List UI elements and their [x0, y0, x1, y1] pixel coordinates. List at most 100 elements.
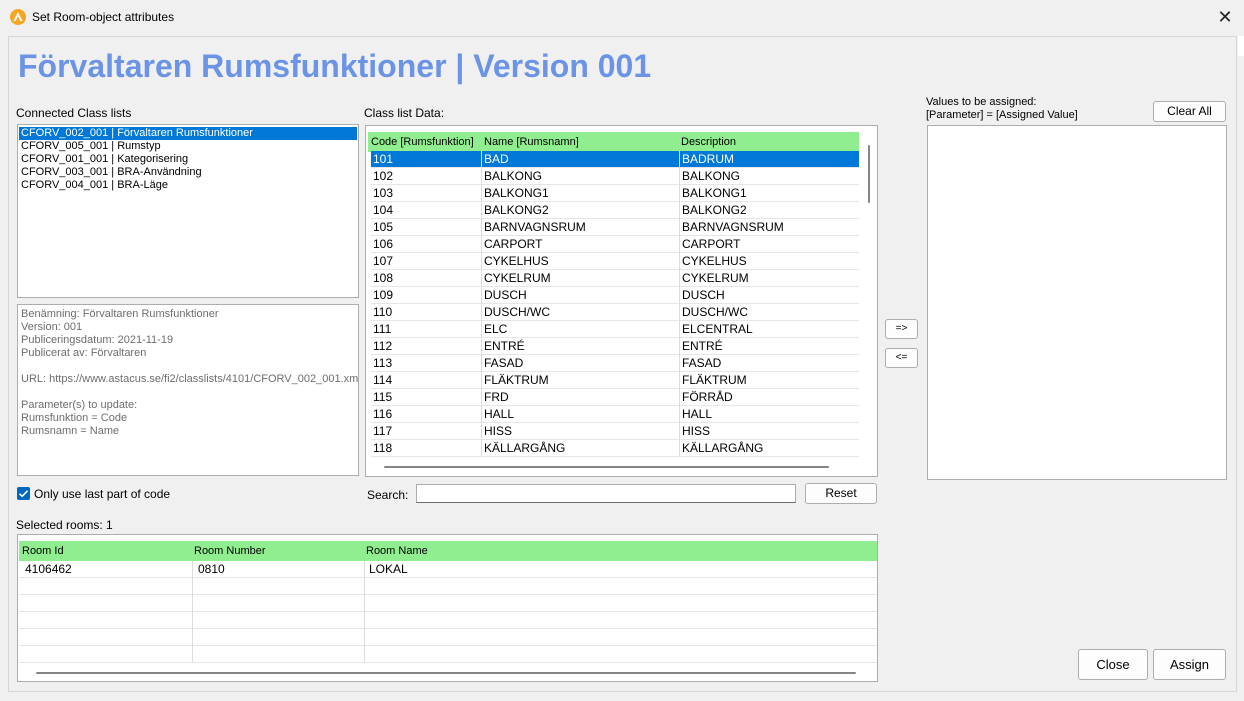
connected-class-lists[interactable]: CFORV_002_001 | Förvaltaren Rumsfunktion…: [17, 124, 359, 298]
class-list-item[interactable]: CFORV_002_001 | Förvaltaren Rumsfunktion…: [19, 127, 357, 140]
column-divider: [481, 168, 482, 185]
selected-rooms-grid[interactable]: Room Id Room Number Room Name 4106462 081…: [17, 534, 878, 682]
remove-value-button[interactable]: <=: [885, 348, 918, 368]
class-list-row[interactable]: 101 BAD BADRUM: [371, 151, 859, 168]
code-cell: 118: [373, 441, 393, 455]
values-to-assign-list[interactable]: [927, 125, 1227, 480]
column-divider: [679, 270, 680, 287]
add-value-button[interactable]: =>: [885, 319, 918, 339]
search-input[interactable]: [416, 484, 796, 503]
class-list-item[interactable]: CFORV_005_001 | Rumstyp: [19, 140, 357, 153]
column-header-room-number[interactable]: Room Number: [194, 541, 266, 561]
column-divider: [481, 304, 482, 321]
class-list-row[interactable]: 116 HALL HALL: [371, 406, 859, 423]
class-list-item[interactable]: CFORV_003_001 | BRA-Användning: [19, 166, 357, 179]
selected-rooms-label: Selected rooms: 1: [16, 518, 113, 532]
class-list-horizontal-scrollbar[interactable]: [384, 466, 829, 468]
code-cell: 102: [373, 169, 394, 183]
code-cell: 113: [373, 356, 393, 370]
description-cell: DUSCH/WC: [682, 305, 748, 319]
description-cell: BARNVAGNSRUM: [682, 220, 784, 234]
class-list-data-label: Class list Data:: [364, 106, 445, 120]
column-divider: [364, 578, 365, 595]
name-cell: HALL: [484, 407, 515, 421]
room-number-cell: 0810: [198, 562, 225, 576]
class-list-item[interactable]: CFORV_004_001 | BRA-Läge: [19, 179, 357, 192]
description-cell: CYKELHUS: [682, 254, 747, 268]
column-divider: [192, 629, 193, 646]
close-window-icon[interactable]: ✕: [1210, 2, 1240, 32]
room-name-cell: LOKAL: [369, 562, 408, 576]
class-list-row[interactable]: 113 FASAD FASAD: [371, 355, 859, 372]
column-header-room-id[interactable]: Room Id: [22, 541, 64, 561]
class-list-row[interactable]: 105 BARNVAGNSRUM BARNVAGNSRUM: [371, 219, 859, 236]
class-list-row[interactable]: 118 KÄLLARGÅNG KÄLLARGÅNG: [371, 440, 859, 457]
column-header-room-name[interactable]: Room Name: [366, 541, 428, 561]
column-divider: [481, 287, 482, 304]
reset-button[interactable]: Reset: [805, 483, 877, 504]
close-button[interactable]: Close: [1078, 649, 1148, 680]
class-list-row[interactable]: 111 ELC ELCENTRAL: [371, 321, 859, 338]
column-header-name[interactable]: Name [Rumsnamn]: [484, 132, 579, 152]
description-cell: CYKELRUM: [682, 271, 749, 285]
table-row[interactable]: [19, 578, 877, 595]
class-list-row[interactable]: 106 CARPORT CARPORT: [371, 236, 859, 253]
column-header-code[interactable]: Code [Rumsfunktion]: [371, 132, 474, 152]
last-part-checkbox[interactable]: [17, 487, 30, 500]
info-line: Publiceringsdatum: 2021-11-19: [21, 334, 174, 346]
class-list-row[interactable]: 114 FLÄKTRUM FLÄKTRUM: [371, 372, 859, 389]
code-cell: 106: [373, 237, 394, 251]
code-cell: 115: [373, 390, 393, 404]
checkmark-icon: [18, 490, 29, 498]
class-list-grid[interactable]: Code [Rumsfunktion] Name [Rumsnamn] Desc…: [365, 125, 878, 477]
class-list-row[interactable]: 107 CYKELHUS CYKELHUS: [371, 253, 859, 270]
name-cell: FLÄKTRUM: [484, 373, 549, 387]
table-row[interactable]: [19, 612, 877, 629]
column-divider: [481, 219, 482, 236]
class-list-row[interactable]: 115 FRD FÖRRÅD: [371, 389, 859, 406]
class-list-item[interactable]: CFORV_001_001 | Kategorisering: [19, 153, 357, 166]
code-cell: 105: [373, 220, 394, 234]
description-cell: KÄLLARGÅNG: [682, 441, 764, 455]
assign-button[interactable]: Assign: [1153, 649, 1226, 680]
rooms-horizontal-scrollbar[interactable]: [36, 672, 856, 674]
column-divider: [481, 270, 482, 287]
table-row[interactable]: 4106462 0810 LOKAL: [19, 561, 877, 578]
column-header-description[interactable]: Description: [681, 132, 736, 152]
class-list-vertical-scrollbar[interactable]: [868, 145, 870, 203]
name-cell: CYKELRUM: [484, 271, 551, 285]
table-row[interactable]: [19, 595, 877, 612]
values-format-label: [Parameter] = [Assigned Value]: [926, 109, 1078, 121]
column-divider: [481, 372, 482, 389]
column-divider: [679, 440, 680, 457]
description-cell: BALKONG: [682, 169, 741, 183]
info-line: Benämning: Förvaltaren Rumsfunktioner: [21, 308, 219, 320]
name-cell: DUSCH/WC: [484, 305, 550, 319]
clear-all-button[interactable]: Clear All: [1153, 101, 1226, 122]
class-list-row[interactable]: 109 DUSCH DUSCH: [371, 287, 859, 304]
column-divider: [481, 440, 482, 457]
name-cell: DUSCH: [484, 288, 527, 302]
description-cell: HISS: [682, 424, 711, 438]
class-list-row[interactable]: 110 DUSCH/WC DUSCH/WC: [371, 304, 859, 321]
name-cell: BAD: [484, 152, 509, 166]
code-cell: 104: [373, 203, 394, 217]
code-cell: 117: [373, 424, 393, 438]
class-list-row[interactable]: 112 ENTRÉ ENTRÉ: [371, 338, 859, 355]
class-list-row[interactable]: 117 HISS HISS: [371, 423, 859, 440]
info-line: URL: https://www.astacus.se/fi2/classlis…: [21, 373, 359, 385]
class-list-row[interactable]: 108 CYKELRUM CYKELRUM: [371, 270, 859, 287]
column-divider: [679, 151, 680, 168]
table-row[interactable]: [19, 629, 877, 646]
info-line: Version: 001: [21, 321, 83, 333]
column-divider: [192, 561, 193, 578]
class-list-row[interactable]: 104 BALKONG2 BALKONG2: [371, 202, 859, 219]
name-cell: BARNVAGNSRUM: [484, 220, 586, 234]
column-divider: [481, 321, 482, 338]
table-row[interactable]: [19, 646, 877, 663]
class-list-row[interactable]: 103 BALKONG1 BALKONG1: [371, 185, 859, 202]
column-divider: [481, 338, 482, 355]
class-list-row[interactable]: 102 BALKONG BALKONG: [371, 168, 859, 185]
column-divider: [679, 372, 680, 389]
column-divider: [364, 629, 365, 646]
